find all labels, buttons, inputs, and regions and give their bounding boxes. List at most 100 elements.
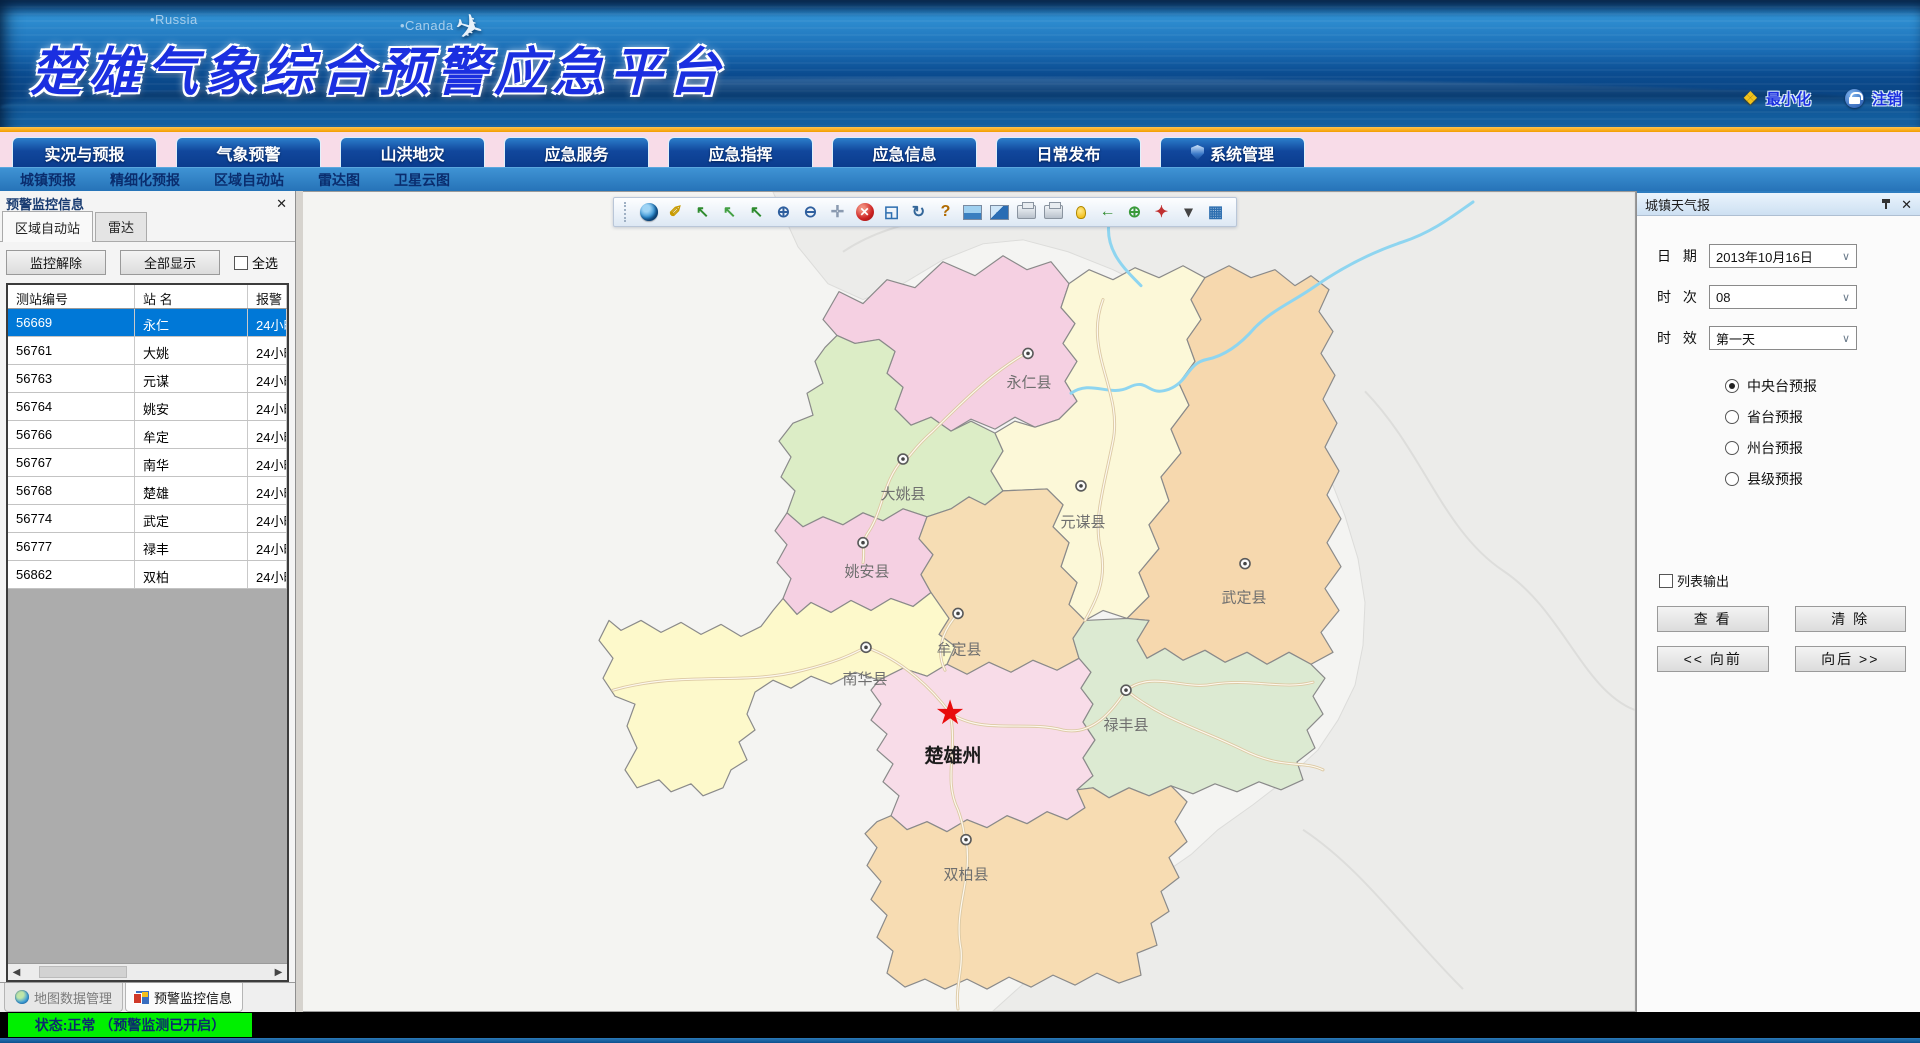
radio-0[interactable]: 中央台预报 — [1725, 376, 1920, 396]
zoom-in-icon[interactable]: ⊕ — [771, 200, 796, 224]
table-row[interactable]: 56763元谋24小时 — [8, 365, 287, 393]
image-icon[interactable] — [960, 200, 985, 224]
release-monitor-button[interactable]: 监控解除 — [6, 250, 106, 275]
table-row[interactable]: 56764姚安24小时 — [8, 393, 287, 421]
radio-3[interactable]: 县级预报 — [1725, 469, 1920, 489]
bottom-tab-0[interactable]: 地图数据管理 — [4, 983, 123, 1012]
view-button[interactable]: 查 看 — [1657, 606, 1769, 632]
county-map[interactable]: 永仁县大姚县元谋县姚安县武定县牟定县南华县禄丰县双柏县★楚雄州 — [303, 192, 1635, 1011]
select-circle-icon[interactable]: ↖ — [690, 200, 715, 224]
measure-icon[interactable]: ✐ — [663, 200, 688, 224]
subnav-item-1[interactable]: 精细化预报 — [110, 170, 180, 190]
map-area[interactable]: 永仁县大姚县元谋县姚安县武定县牟定县南华县禄丰县双柏县★楚雄州 ✐↖↖↖⊕⊖✛✕… — [303, 191, 1636, 1012]
right-close-icon[interactable]: ✕ — [1901, 198, 1912, 211]
left-panel-tab-0[interactable]: 区域自动站 — [2, 211, 93, 242]
full-extent-icon[interactable]: ◱ — [879, 200, 904, 224]
bottom-tab-1[interactable]: 预警监控信息 — [125, 983, 243, 1012]
table-row[interactable]: 56761大姚24小时 — [8, 337, 287, 365]
horizontal-scrollbar[interactable]: ◀ ▶ — [8, 963, 287, 980]
county-yaoan[interactable] — [775, 509, 933, 615]
radio-circle[interactable] — [1725, 379, 1739, 393]
label-pin-icon[interactable] — [1068, 200, 1093, 224]
main-tab-3[interactable]: 应急服务 — [504, 137, 649, 167]
next-button[interactable]: 向后 >> — [1795, 646, 1907, 672]
print-preview-icon[interactable] — [1041, 200, 1066, 224]
field-select-2[interactable]: 第一天∨ — [1709, 326, 1857, 350]
county-label-lufeng: 禄丰县 — [1104, 717, 1149, 734]
main-tab-1[interactable]: 气象预警 — [176, 137, 321, 167]
radio-label: 中央台预报 — [1747, 376, 1817, 396]
cell-alert: 24小时 — [248, 505, 287, 532]
toolbar-grip[interactable] — [624, 202, 628, 222]
select-arrow-icon[interactable]: ↖ — [717, 200, 742, 224]
logout-button[interactable]: 注销 — [1845, 88, 1902, 109]
select-all-label: 全选 — [252, 253, 278, 272]
main-tab-0[interactable]: 实况与预报 — [12, 137, 157, 167]
main-tab-label: 气象预警 — [216, 141, 280, 165]
subnav-item-0[interactable]: 城镇预报 — [20, 170, 76, 190]
compass-icon[interactable]: ✦ — [1149, 200, 1174, 224]
status-badge: 状态:正常 （预警监测已开启） — [8, 1013, 252, 1037]
pan-icon[interactable]: ✛ — [825, 200, 850, 224]
close-icon[interactable]: ✕ — [276, 197, 287, 210]
add-overlay-icon[interactable]: ⊕ — [1122, 200, 1147, 224]
radio-circle[interactable] — [1725, 472, 1739, 486]
left-panel-tab-1[interactable]: 雷达 — [95, 212, 147, 241]
zoom-out-icon[interactable]: ⊖ — [798, 200, 823, 224]
cell-station-id: 56761 — [8, 337, 135, 364]
table-row[interactable]: 56766牟定24小时 — [8, 421, 287, 449]
field-select-0[interactable]: 2013年10月16日∨ — [1709, 244, 1857, 268]
table-row[interactable]: 56767南华24小时 — [8, 449, 287, 477]
globe-icon — [15, 990, 29, 1004]
print-icon[interactable] — [1014, 200, 1039, 224]
main-tabstrip: 实况与预报 气象预警 山洪地灾应急服务 应急指挥 应急信息日常发布系统管理 — [0, 132, 1920, 167]
back-icon[interactable]: ← — [1095, 200, 1120, 224]
main-tab-label: 应急指挥 — [708, 141, 772, 165]
caret-icon[interactable]: ▾ — [1176, 200, 1201, 224]
subnav-item-2[interactable]: 区域自动站 — [214, 170, 284, 190]
cell-alert: 24小时 — [248, 421, 287, 448]
main-tab-4[interactable]: 应急指挥 — [668, 137, 813, 167]
subnav-item-3[interactable]: 雷达图 — [318, 170, 360, 190]
scroll-left-icon[interactable]: ◀ — [8, 964, 25, 980]
field-select-1[interactable]: 08∨ — [1709, 285, 1857, 309]
left-splitter[interactable] — [296, 191, 303, 1012]
main-tab-7[interactable]: 系统管理 — [1160, 137, 1305, 167]
refresh-icon[interactable]: ↻ — [906, 200, 931, 224]
subnav-item-4[interactable]: 卫星云图 — [394, 170, 450, 190]
county-chuxiong[interactable] — [871, 658, 1095, 831]
table-row[interactable]: 56669永仁24小时 — [8, 309, 287, 337]
scrollbar-thumb[interactable] — [39, 966, 127, 978]
prev-button[interactable]: << 向前 — [1657, 646, 1769, 672]
radio-circle[interactable] — [1725, 410, 1739, 424]
list-output-checkbox[interactable] — [1659, 574, 1673, 588]
show-all-button[interactable]: 全部显示 — [120, 250, 220, 275]
main-tab-2[interactable]: 山洪地灾 — [340, 137, 485, 167]
cell-station-id: 56669 — [8, 309, 135, 336]
map-export-icon[interactable] — [987, 200, 1012, 224]
cell-station-id: 56766 — [8, 421, 135, 448]
select-rotate-icon[interactable]: ↖ — [744, 200, 769, 224]
radio-circle[interactable] — [1725, 441, 1739, 455]
identify-icon[interactable]: ? — [933, 200, 958, 224]
cell-alert: 24小时 — [248, 365, 287, 392]
radio-2[interactable]: 州台预报 — [1725, 438, 1920, 458]
stop-icon[interactable]: ✕ — [852, 200, 877, 224]
table-row[interactable]: 56777禄丰24小时 — [8, 533, 287, 561]
minimize-button[interactable]: ❖ 最小化 — [1743, 88, 1811, 109]
radio-label: 县级预报 — [1747, 469, 1803, 489]
main-tab-5[interactable]: 应急信息 — [832, 137, 977, 167]
scroll-right-icon[interactable]: ▶ — [270, 964, 287, 980]
cell-station-name: 武定 — [135, 505, 248, 532]
radio-1[interactable]: 省台预报 — [1725, 407, 1920, 427]
table-row[interactable]: 56774武定24小时 — [8, 505, 287, 533]
select-value: 第一天 — [1716, 329, 1755, 348]
table-row[interactable]: 56862双柏24小时 — [8, 561, 287, 589]
select-all-checkbox[interactable] — [234, 256, 248, 270]
main-tab-6[interactable]: 日常发布 — [996, 137, 1141, 167]
table-row[interactable]: 56768楚雄24小时 — [8, 477, 287, 505]
globe-icon[interactable] — [636, 200, 661, 224]
pin-icon[interactable] — [1881, 198, 1891, 210]
clear-button[interactable]: 清 除 — [1795, 606, 1907, 632]
legend-icon[interactable]: ▦ — [1203, 200, 1228, 224]
